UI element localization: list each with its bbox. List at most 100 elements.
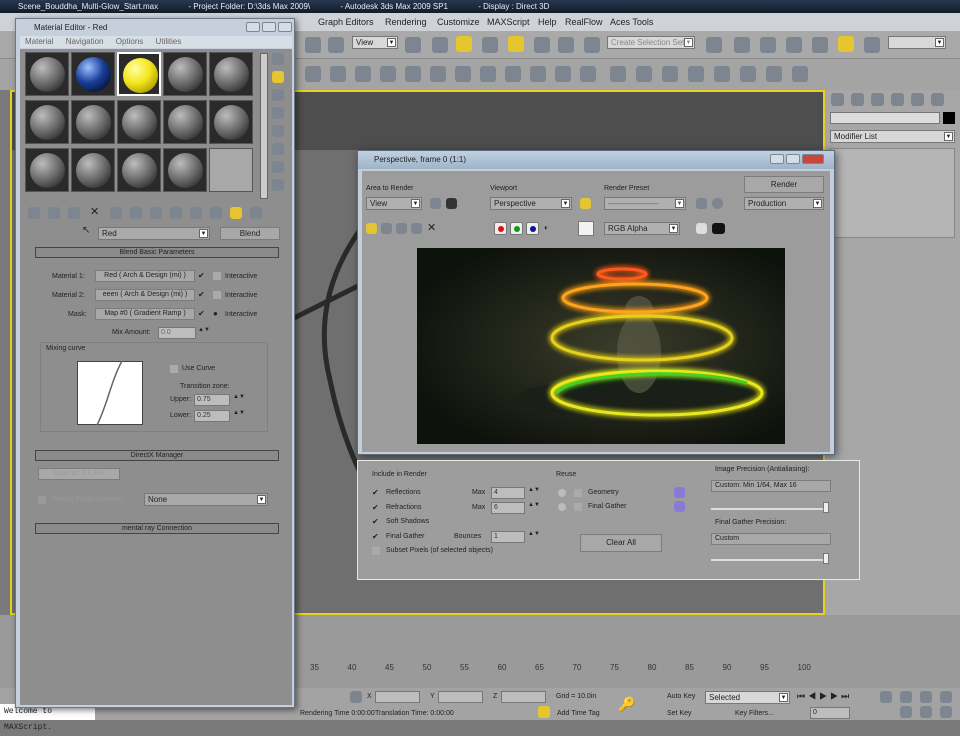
hierarchy-tab-icon[interactable] (871, 93, 884, 106)
material2-button[interactable]: eeen ( Arch & Design (mi) ) (95, 289, 195, 301)
tool-icon[interactable] (305, 66, 321, 82)
material2-interactive-radio[interactable] (213, 291, 221, 299)
lower-field[interactable]: 0.25 (194, 410, 230, 422)
menu-maxscript[interactable]: MAXScript (487, 13, 530, 31)
material-slot[interactable] (209, 100, 253, 144)
tool-icon[interactable] (688, 66, 704, 82)
reference-coord-dropdown[interactable]: View ▼ (352, 36, 398, 49)
sample-type-icon[interactable] (272, 53, 284, 65)
tool-icon[interactable] (766, 66, 782, 82)
display-tab-icon[interactable] (911, 93, 924, 106)
set-key-button[interactable]: Set Key (667, 710, 692, 717)
go-to-parent-icon[interactable] (230, 207, 242, 219)
lock-viewport-icon[interactable] (580, 198, 591, 209)
utilities-tab-icon[interactable] (931, 93, 944, 106)
area-to-render-dropdown[interactable]: View ▼ (366, 197, 422, 210)
get-material-icon[interactable] (28, 207, 40, 219)
snap-toggle-icon[interactable] (456, 36, 472, 52)
material-slot[interactable] (209, 52, 253, 96)
uv-tiling-icon[interactable] (272, 107, 284, 119)
current-frame-field[interactable]: 0 (810, 707, 850, 719)
image-precision-field[interactable]: Custom: Min 1/64, Max 16 (711, 480, 831, 492)
z-coordinate-field[interactable] (501, 691, 546, 703)
material2-enable-checkbox[interactable]: ✔ (198, 291, 206, 299)
fg-precision-knob[interactable] (823, 553, 829, 564)
maximize-viewport-icon[interactable] (940, 706, 952, 718)
include-param-field[interactable]: 4 (491, 487, 525, 499)
clear-all-button[interactable]: Clear All (580, 534, 662, 552)
menu-navigation[interactable]: Navigation (66, 37, 104, 46)
tool-icon[interactable] (505, 66, 521, 82)
edit-region-icon[interactable] (430, 198, 441, 209)
alpha-channel-icon[interactable]: ◐ (544, 223, 549, 232)
mask-enable-checkbox[interactable]: ✔ (198, 310, 206, 318)
material1-enable-checkbox[interactable]: ✔ (198, 272, 206, 280)
reuse-geometry-checkbox[interactable] (574, 489, 582, 497)
red-channel-toggle[interactable] (494, 222, 507, 235)
include-param-field[interactable]: 6 (491, 501, 525, 514)
background-icon[interactable] (272, 89, 284, 101)
reuse-geometry-lock[interactable] (558, 489, 566, 497)
render-preset-dropdown[interactable]: ------------------- ▼ (604, 197, 686, 210)
material-editor-icon[interactable] (812, 37, 828, 53)
align-icon[interactable] (706, 37, 722, 53)
tool-icon[interactable] (740, 66, 756, 82)
tool-icon[interactable] (405, 66, 421, 82)
pan-icon[interactable] (900, 706, 912, 718)
minimize-button[interactable] (770, 154, 784, 164)
material-slot[interactable] (71, 148, 115, 192)
material1-interactive-radio[interactable] (213, 272, 221, 280)
modifier-list-dropdown[interactable]: Modifier List ▼ (830, 130, 955, 143)
include-checkbox[interactable]: ✔ (372, 518, 380, 526)
edit-named-sets-icon[interactable] (558, 37, 574, 53)
render-mode-dropdown[interactable]: Production ▼ (744, 197, 824, 210)
clear-icon[interactable]: ✕ (427, 221, 436, 234)
material-slot[interactable] (25, 148, 69, 192)
motion-tab-icon[interactable] (891, 93, 904, 106)
material-slot[interactable] (25, 100, 69, 144)
copy-image-icon[interactable] (381, 223, 392, 234)
go-forward-icon[interactable] (250, 207, 262, 219)
minimize-button[interactable] (246, 22, 260, 32)
material-slot[interactable] (71, 52, 115, 96)
render-setup-icon[interactable] (838, 36, 854, 52)
backlight-icon[interactable] (272, 71, 284, 83)
select-by-material-icon[interactable] (272, 179, 284, 191)
zoom-extents-all-icon[interactable] (940, 691, 952, 703)
menu-rendering[interactable]: Rendering (385, 13, 427, 31)
create-tab-icon[interactable] (831, 93, 844, 106)
pivot-icon[interactable] (405, 37, 421, 53)
material-slot[interactable] (163, 52, 207, 96)
auto-region-icon[interactable] (446, 198, 457, 209)
clone-frame-icon[interactable] (396, 223, 407, 234)
playback-controls[interactable]: ⏮◀▶▶⏭ (797, 691, 852, 702)
reuse-fg-checkbox[interactable] (574, 503, 582, 511)
tool-icon[interactable] (530, 66, 546, 82)
lower-spinner[interactable]: ▲▼ (233, 410, 245, 416)
object-name-field[interactable] (830, 112, 940, 124)
close-button[interactable] (278, 22, 292, 32)
material-name-field[interactable]: Red ▼ (98, 227, 210, 240)
upper-spinner[interactable]: ▲▼ (233, 394, 245, 400)
video-check-icon[interactable] (272, 125, 284, 137)
tool-icon[interactable] (580, 66, 596, 82)
make-unique-icon[interactable] (130, 207, 142, 219)
menu-graph-editors[interactable]: Graph Editors (318, 13, 374, 31)
green-channel-toggle[interactable] (510, 222, 523, 235)
make-copy-icon[interactable] (110, 207, 122, 219)
tool-icon[interactable] (480, 66, 496, 82)
render-type-dropdown[interactable]: ▼ (888, 36, 946, 49)
directx-manager-rollout[interactable]: DirectX Manager (35, 450, 279, 461)
mix-amount-field[interactable]: 0.0 (158, 327, 196, 339)
y-coordinate-field[interactable] (438, 691, 483, 703)
include-param-spinner[interactable]: ▲▼ (528, 487, 540, 493)
angle-snap-icon[interactable] (482, 37, 498, 53)
environment-icon[interactable] (712, 198, 723, 209)
lock-selection-icon[interactable] (350, 691, 362, 703)
include-param-spinner[interactable]: ▲▼ (528, 531, 540, 537)
blend-parameters-rollout[interactable]: Blend Basic Parameters (35, 247, 279, 258)
link-icon[interactable] (432, 37, 448, 53)
include-checkbox[interactable] (372, 547, 380, 555)
save-fx-button[interactable]: Save as .FX File (38, 468, 120, 480)
tool-icon[interactable] (792, 66, 808, 82)
